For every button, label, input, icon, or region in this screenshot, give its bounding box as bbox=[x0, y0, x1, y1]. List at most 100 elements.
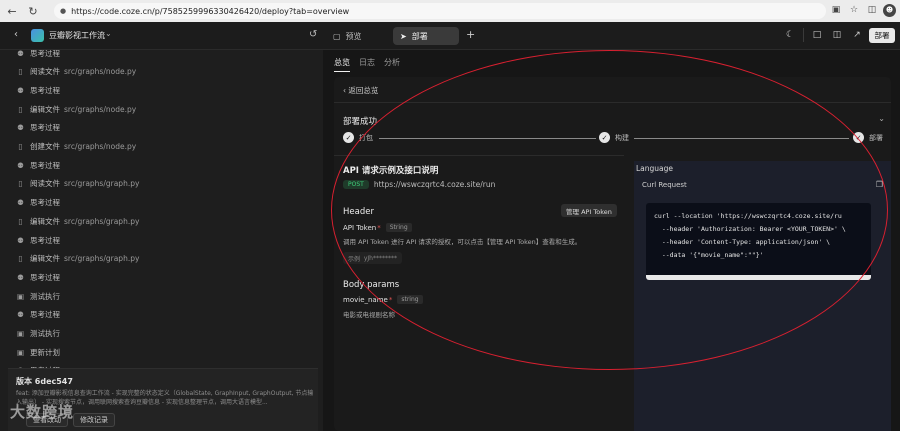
split-view-icon[interactable]: ◫ bbox=[830, 28, 844, 42]
theme-moon-icon[interactable]: ☾ bbox=[783, 28, 797, 42]
external-link-icon[interactable]: ↗ bbox=[850, 28, 864, 42]
address-bar[interactable]: ● https://code.coze.cn/p/758525999633042… bbox=[54, 3, 826, 19]
back-arrow-icon[interactable]: ← bbox=[3, 2, 21, 20]
api-endpoint: POST https://wswczqrtc4.coze.site/run bbox=[343, 180, 495, 189]
file-path: src/graphs/node.py bbox=[64, 104, 137, 114]
thinking-icon: ⚉ bbox=[17, 160, 24, 170]
log-item[interactable]: ⚉ 思考过程 bbox=[16, 309, 60, 321]
log-item[interactable]: ⚉ 思考过程 bbox=[16, 84, 60, 96]
horizontal-scrollbar[interactable] bbox=[646, 275, 871, 280]
check-icon: ✓ bbox=[343, 132, 354, 143]
history-icon[interactable]: ↺ bbox=[309, 29, 317, 40]
curl-request-label[interactable]: Curl Request bbox=[642, 181, 687, 189]
log-item[interactable]: ⚉ 思考过程 bbox=[16, 271, 60, 283]
log-item-label: 思考过程 bbox=[30, 160, 60, 170]
tab-logs[interactable]: 日志 bbox=[359, 57, 375, 72]
log-item-label: 更新计划 bbox=[30, 347, 60, 357]
deploy-status-title: 部署成功 bbox=[343, 117, 378, 127]
tab-deploy-label: 部署 bbox=[411, 31, 428, 41]
step-deploy: ✓ 部署 bbox=[853, 132, 883, 143]
app-header: ‹ 豆瓣影视工作流 ⌄ ↺ ▢ 预览 ➤ 部署 + ☾ □ ◫ ↗ 部署 bbox=[0, 22, 900, 50]
api-token-description: 调用 API Token 进行 API 请求的授权，可以点击【管理 API To… bbox=[343, 238, 582, 246]
chevron-down-icon[interactable]: ⌄ bbox=[878, 114, 885, 123]
step-package: ✓ 打包 bbox=[343, 132, 373, 143]
type-tag: String bbox=[385, 223, 412, 232]
log-item[interactable]: ⚉ 思考过程 bbox=[16, 122, 60, 134]
check-icon: ✓ bbox=[853, 132, 864, 143]
file-icon: ▯ bbox=[18, 254, 23, 264]
log-item-label: 编辑文件 bbox=[30, 216, 60, 226]
history-button[interactable]: 修改记录 bbox=[73, 413, 115, 427]
log-item[interactable]: ▣ 测试执行 bbox=[16, 328, 60, 340]
project-logo-icon bbox=[31, 29, 44, 42]
code-line: curl --location 'https://wswczqrtc4.coze… bbox=[654, 212, 842, 220]
code-line: --header 'Authorization: Bearer <YOUR_TO… bbox=[654, 225, 846, 233]
log-item[interactable]: ▣ 测试执行 bbox=[16, 290, 60, 302]
field-label: movie_name bbox=[343, 295, 388, 304]
tab-analytics[interactable]: 分析 bbox=[384, 57, 400, 72]
copy-icon[interactable]: ❐ bbox=[876, 180, 883, 189]
body-params-title: Body params bbox=[343, 280, 400, 290]
header-section-title: Header bbox=[343, 207, 374, 217]
profile-avatar[interactable]: ☻ bbox=[883, 3, 896, 17]
folder-icon[interactable]: □ bbox=[810, 28, 824, 42]
log-item[interactable]: ⚉ 思考过程 bbox=[16, 234, 60, 246]
log-item[interactable]: ▣ 更新计划 bbox=[16, 346, 60, 358]
tab-overview[interactable]: 总览 bbox=[334, 57, 350, 72]
log-item-label: 思考过程 bbox=[30, 50, 60, 58]
api-url[interactable]: https://wswczqrtc4.coze.site/run bbox=[374, 180, 496, 189]
required-mark: * bbox=[388, 295, 393, 304]
reload-icon[interactable]: ↻ bbox=[24, 2, 42, 20]
back-label: 返回总览 bbox=[348, 86, 379, 95]
code-example-panel: Language Curl Request ❐ curl --location … bbox=[634, 161, 891, 431]
log-item-label: 阅读文件 bbox=[30, 67, 60, 77]
log-item[interactable]: ▯ 编辑文件 src/graphs/node.py bbox=[16, 103, 136, 115]
divider bbox=[334, 155, 624, 156]
type-tag: string bbox=[397, 295, 423, 304]
required-mark: * bbox=[377, 223, 381, 232]
star-icon[interactable]: ☆ bbox=[847, 3, 861, 17]
log-item[interactable]: ▯ 编辑文件 src/graphs/graph.py bbox=[16, 253, 139, 265]
log-item[interactable]: ▯ 创建文件 src/graphs/node.py bbox=[16, 141, 136, 153]
example-value: 示例 yJh******** bbox=[343, 252, 402, 264]
chevron-left-icon[interactable]: ‹ bbox=[14, 29, 18, 40]
overview-content: ‹ 返回总览 部署成功 ⌄ ✓ 打包 ✓ 构建 ✓ 部署 API 请求示例及接口… bbox=[334, 77, 891, 431]
extension-icon[interactable]: ◫ bbox=[865, 3, 879, 17]
method-badge: POST bbox=[343, 180, 369, 189]
log-item[interactable]: ▯ 阅读文件 src/graphs/graph.py bbox=[16, 178, 139, 190]
thinking-icon: ⚉ bbox=[17, 123, 24, 133]
step-connector bbox=[379, 138, 596, 139]
check-icon: ✓ bbox=[599, 132, 610, 143]
add-tab-icon[interactable]: + bbox=[466, 28, 475, 41]
field-label: API Token bbox=[343, 223, 377, 232]
step-label: 部署 bbox=[869, 133, 883, 142]
log-item[interactable]: ▯ 编辑文件 src/graphs/graph.py bbox=[16, 215, 139, 227]
code-block[interactable]: curl --location 'https://wswczqrtc4.coze… bbox=[646, 203, 871, 280]
back-to-overview-link[interactable]: ‹ 返回总览 bbox=[343, 85, 378, 96]
project-name[interactable]: 豆瓣影视工作流 bbox=[49, 30, 105, 41]
chevron-down-icon[interactable]: ⌄ bbox=[105, 29, 112, 38]
log-item-label: 思考过程 bbox=[30, 235, 60, 245]
file-icon: ▯ bbox=[18, 67, 23, 77]
deploy-button[interactable]: 部署 bbox=[869, 28, 895, 43]
log-item-label: 测试执行 bbox=[30, 291, 60, 301]
log-item[interactable]: ⚉ 思考过程 bbox=[16, 197, 60, 209]
log-item-label: 思考过程 bbox=[30, 198, 60, 208]
tab-preview[interactable]: ▢ 预览 bbox=[326, 27, 388, 45]
manage-api-token-button[interactable]: 管理 API Token bbox=[561, 204, 617, 217]
log-item[interactable]: ⚉ 思考过程 bbox=[16, 50, 60, 59]
log-item-label: 阅读文件 bbox=[30, 179, 60, 189]
example-label: 示例 bbox=[348, 255, 361, 263]
file-path: src/graphs/graph.py bbox=[64, 254, 140, 264]
browser-toolbar: ← ↻ ● https://code.coze.cn/p/75852599963… bbox=[0, 0, 900, 22]
step-label: 打包 bbox=[359, 133, 373, 142]
log-item[interactable]: ▯ 阅读文件 src/graphs/node.py bbox=[16, 66, 136, 78]
file-icon: ▯ bbox=[18, 142, 23, 151]
deploy-panel: 总览 日志 分析 ‹ 返回总览 部署成功 ⌄ ✓ 打包 ✓ 构建 ✓ 部署 AP… bbox=[323, 50, 900, 431]
rocket-icon: ➤ bbox=[400, 31, 407, 41]
deploy-tabs: 总览 日志 分析 bbox=[334, 57, 400, 72]
translate-icon[interactable]: ▣ bbox=[829, 3, 843, 17]
tab-deploy[interactable]: ➤ 部署 bbox=[393, 27, 459, 45]
log-item[interactable]: ⚉ 思考过程 bbox=[16, 159, 60, 171]
url-text: https://code.coze.cn/p/75852599963304264… bbox=[71, 6, 350, 16]
